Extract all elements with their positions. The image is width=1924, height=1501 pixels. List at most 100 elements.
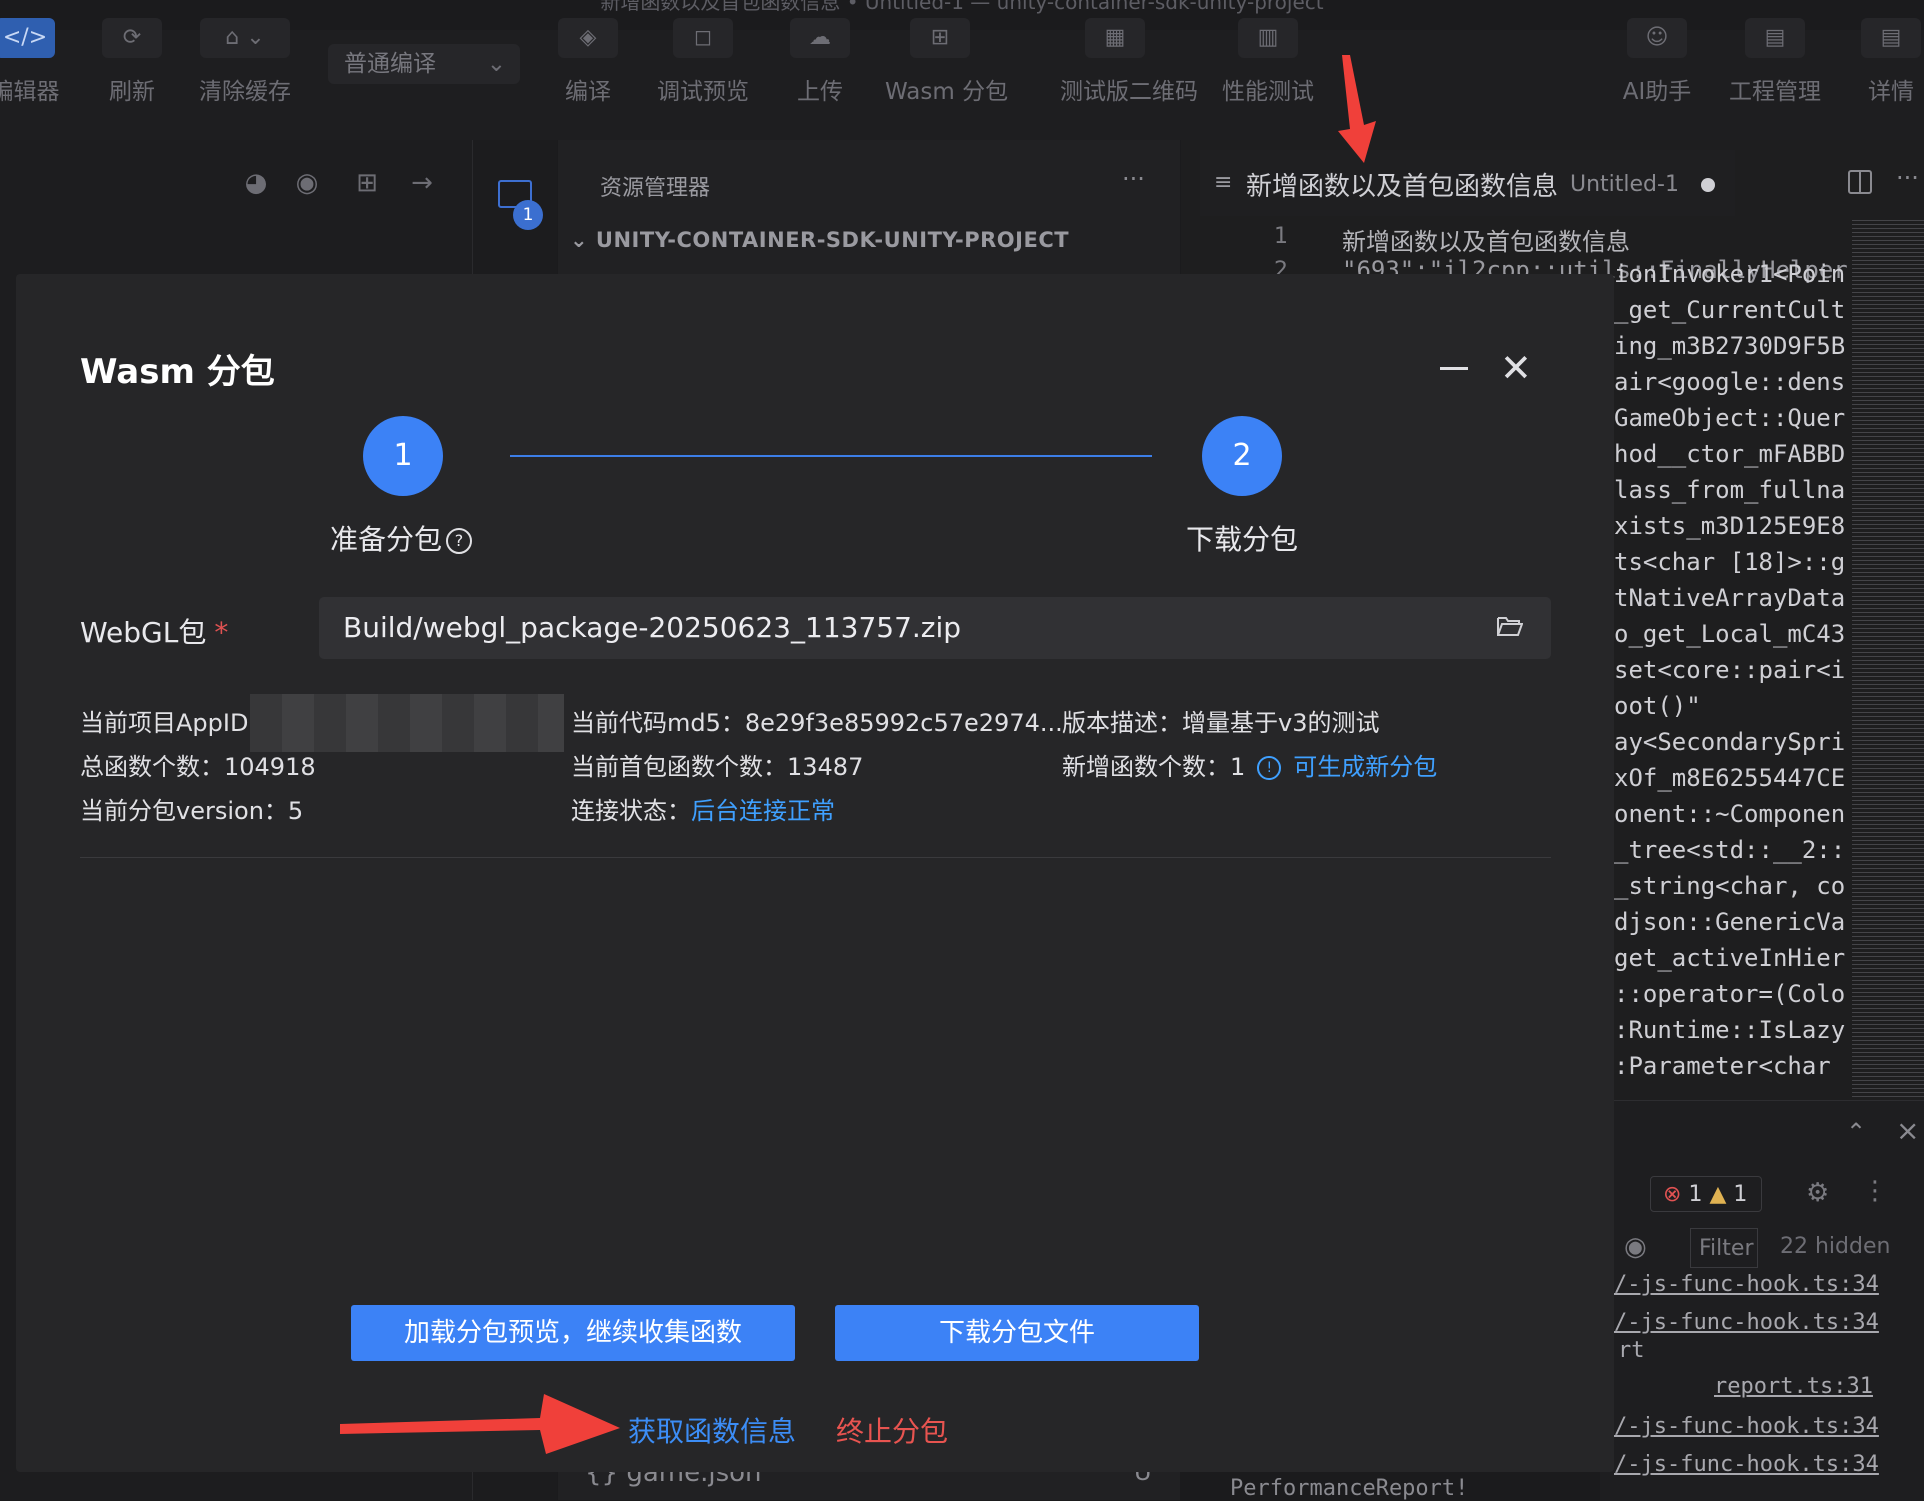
text-file-icon: ≡ — [1214, 170, 1233, 195]
download-subpackage-button[interactable]: 下载分包文件 — [835, 1305, 1199, 1361]
eye-icon[interactable]: ◉ — [1624, 1232, 1647, 1262]
toolbar-upload-button[interactable]: ☁ 上传 — [765, 18, 875, 106]
connection-label: 连接状态： — [571, 797, 691, 825]
toolbar-refresh-label: 刷新 — [109, 79, 155, 105]
grid-icon[interactable]: ⊞ — [352, 168, 382, 198]
toolbar-perf-button[interactable]: ▥ 性能测试 — [1213, 18, 1323, 106]
toolbar-project-button[interactable]: ▤ 工程管理 — [1720, 18, 1830, 106]
toolbar-wasm-label: Wasm 分包 — [885, 79, 1009, 105]
code-line[interactable]: tNativeArrayData — [1614, 580, 1849, 616]
code-line[interactable]: set<core::pair<i — [1614, 652, 1849, 688]
toolbar-clear-cache-button[interactable]: ⌂ ⌄ 清除缓存 — [190, 18, 300, 106]
record-icon[interactable]: ◉ — [292, 168, 322, 198]
code-line[interactable]: :Runtime::IsLazy — [1614, 1012, 1849, 1048]
code-line[interactable]: get_activeInHier — [1614, 940, 1849, 976]
toolbar-details-button[interactable]: ▤ 详情 — [1836, 18, 1924, 106]
toolbar-wasm-button[interactable]: ⊞ Wasm 分包 — [885, 18, 1008, 106]
code-line[interactable]: air<google::dens — [1614, 364, 1849, 400]
project-name: UNITY-CONTAINER-SDK-UNITY-PROJECT — [595, 228, 1070, 252]
preview-icon: ◻ — [673, 18, 733, 58]
code-line[interactable]: GameObject::Quer — [1614, 400, 1849, 436]
code-line[interactable]: djson::GenericVa — [1614, 904, 1849, 940]
editor-tab-subtitle: Untitled-1 — [1570, 172, 1679, 197]
project-folder[interactable]: ⌄ UNITY-CONTAINER-SDK-UNITY-PROJECT — [570, 228, 1069, 252]
webgl-label-text: WebGL包 — [80, 616, 207, 649]
step-2-circle: 2 — [1202, 416, 1282, 496]
info-version-desc: 版本描述：增量基于v3的测试 — [1062, 709, 1380, 737]
toolbar-ai-button[interactable]: ☺ AI助手 — [1602, 18, 1712, 106]
code-line[interactable]: ionInvoker1<Poin — [1614, 256, 1849, 292]
code-line[interactable]: oot()" — [1614, 688, 1849, 724]
close-icon[interactable]: × — [1896, 1114, 1919, 1147]
explorer-more-button[interactable]: ··· — [1122, 165, 1145, 193]
code-line[interactable]: ::operator=(Colo — [1614, 976, 1849, 1012]
toolbar-upload-label: 上传 — [797, 79, 843, 105]
chevron-down-icon: ⌄ — [570, 228, 596, 252]
cube-icon: ◈ — [558, 18, 618, 58]
arrow-right-icon[interactable]: → — [407, 168, 437, 198]
kebab-menu-icon[interactable]: ⋮ — [1862, 1176, 1888, 1206]
split-editor-icon[interactable] — [1848, 170, 1872, 194]
stop-subpackage-link[interactable]: 终止分包 — [836, 1410, 948, 1450]
chart-icon: ▥ — [1238, 18, 1298, 58]
redacted-appid — [250, 694, 564, 752]
douyin-icon[interactable]: ◕ — [241, 168, 271, 198]
code-line[interactable]: _tree<std::__2:: — [1614, 832, 1849, 868]
gear-icon[interactable]: ⚙ — [1806, 1178, 1829, 1208]
new-funcs-label: 新增函数个数： — [1062, 753, 1230, 781]
toolbar-test-qr-button[interactable]: ▦ 测试版二维码 — [1060, 18, 1198, 106]
filter-input[interactable]: Filter — [1690, 1228, 1758, 1268]
info-connection: 连接状态：后台连接正常 — [571, 791, 835, 826]
window-title: 新增函数以及首包函数信息 • Untitled-1 — unity-contai… — [600, 0, 1324, 14]
code-line[interactable]: :Parameter<char — [1614, 1048, 1849, 1084]
code-line[interactable]: ing_m3B2730D9F5B — [1614, 328, 1849, 364]
code-lines[interactable]: ionInvoker1<Poin _get_CurrentCult ing_m3B2… — [1614, 256, 1849, 1096]
clipboard-icon: ▤ — [1745, 18, 1805, 58]
console-source-link[interactable]: /-js-func-hook.ts:34 — [1614, 1310, 1879, 1335]
code-line[interactable]: ts<char [18]>::g — [1614, 544, 1849, 580]
toolbar-editor-button[interactable]: </> 编辑器 — [0, 18, 80, 106]
error-warning-counter[interactable]: ⊗ 1 ▲ 1 — [1650, 1176, 1762, 1212]
console-source-link[interactable]: /-js-func-hook.ts:34 — [1614, 1452, 1879, 1477]
close-icon[interactable]: ✕ — [1500, 346, 1532, 390]
toolbar-compile-button[interactable]: ◈ 编译 — [533, 18, 643, 106]
console-text: PerformanceReport! — [1230, 1476, 1469, 1501]
code-line[interactable]: onent::~Componen — [1614, 796, 1849, 832]
code-line[interactable]: _string<char, co — [1614, 868, 1849, 904]
minimap[interactable] — [1852, 220, 1924, 1100]
annotation-arrow-top — [1338, 55, 1376, 163]
console-source-link[interactable]: report.ts:31 — [1714, 1374, 1873, 1399]
code-line[interactable]: hod__ctor_mFABBD — [1614, 436, 1849, 472]
load-preview-button[interactable]: 加载分包预览，继续收集函数 — [351, 1305, 795, 1361]
get-function-info-link[interactable]: 获取函数信息 — [628, 1410, 796, 1450]
toolbar-details-label: 详情 — [1868, 79, 1914, 105]
code-line[interactable]: ay<SecondarySpri — [1614, 724, 1849, 760]
toolbar-debug-preview-button[interactable]: ◻ 调试预览 — [648, 18, 758, 106]
code-line[interactable]: o_get_Local_mC43 — [1614, 616, 1849, 652]
explorer-title: 资源管理器 — [600, 176, 711, 201]
minimize-icon[interactable] — [1440, 367, 1468, 370]
code-line[interactable]: _get_CurrentCult — [1614, 292, 1849, 328]
folder-open-icon[interactable] — [1497, 615, 1523, 637]
code-line[interactable]: xOf_m8E6255447CE — [1614, 760, 1849, 796]
step-1-circle: 1 — [363, 416, 443, 496]
qr-code-icon: ▦ — [1085, 18, 1145, 58]
details-icon: ▤ — [1861, 18, 1921, 58]
chevron-up-icon[interactable]: ⌃ — [1846, 1118, 1866, 1146]
code-line[interactable]: xists_m3D125E9E8 — [1614, 508, 1849, 544]
code-line[interactable]: lass_from_fullna — [1614, 472, 1849, 508]
toolbar-refresh-button[interactable]: ⟳ 刷新 — [77, 18, 187, 106]
editor-more-button[interactable]: ··· — [1896, 164, 1919, 192]
console-source-link[interactable]: /-js-func-hook.ts:34 — [1614, 1414, 1879, 1439]
devtools-panel — [1600, 1100, 1924, 1501]
new-funcs-value: 1 — [1230, 753, 1246, 781]
compile-mode-select[interactable]: 普通编译 ⌄ — [328, 44, 520, 84]
explorer-badge: 1 — [513, 200, 543, 230]
step-1-label: 准备分包? — [330, 518, 473, 558]
help-icon[interactable]: ? — [446, 528, 473, 554]
unsaved-dot-icon[interactable] — [1701, 178, 1715, 192]
error-icon: ⊗ — [1663, 1182, 1682, 1207]
console-source-link[interactable]: /-js-func-hook.ts:34 — [1614, 1272, 1879, 1297]
info-code-md5: 当前代码md5：8e29f3e85992c57e2974... — [571, 709, 1063, 737]
code-line[interactable]: 新增函数以及首包函数信息 — [1342, 222, 1630, 257]
